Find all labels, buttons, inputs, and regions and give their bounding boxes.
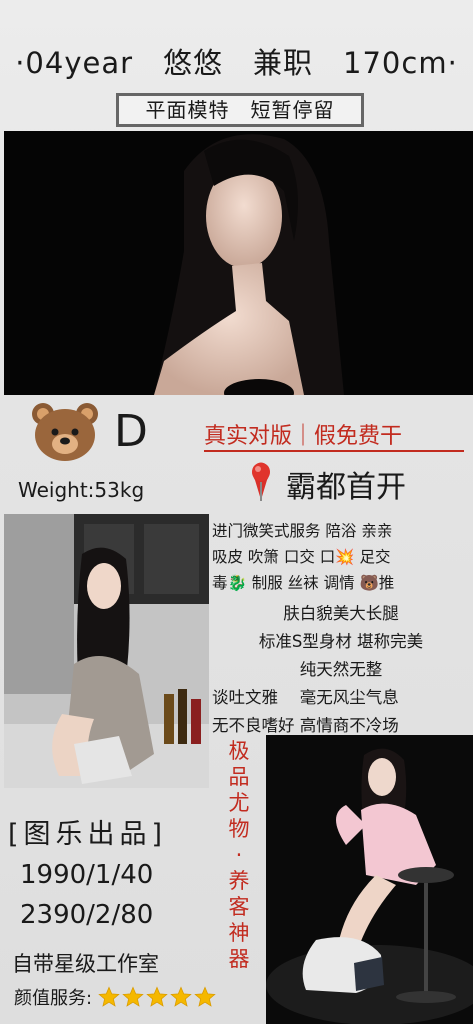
weight-label: Weight:53kg: [18, 478, 145, 502]
vertical-char: 客: [228, 895, 250, 919]
main-photo: [4, 131, 473, 395]
city-label: 霸都首开: [286, 470, 406, 505]
slogan: 真实对版｜假免费干: [204, 424, 403, 449]
studio-label: 自带星级工作室: [12, 952, 159, 976]
feature-line: 纯天然无整: [299, 660, 383, 679]
vertical-char: 极: [228, 739, 250, 763]
bear-emoji-icon: [30, 402, 100, 462]
star-icon: [98, 986, 120, 1007]
kitchen-photo: [4, 514, 209, 788]
slogan-underline: [204, 450, 464, 452]
cup-size: D: [114, 406, 148, 457]
subtitle-box: 平面模特 短暂停留: [116, 93, 364, 127]
star-icon: [170, 986, 192, 1007]
feature-line: 谈吐文雅 毫无风尘气息: [212, 688, 399, 707]
vertical-char: 物: [228, 817, 250, 841]
feature-line: 肤白貌美大长腿: [283, 604, 399, 623]
rating-row: 颜值服务:: [14, 984, 218, 1010]
features-list: 肤白貌美大长腿 标准S型身材 堪称完美 纯天然无整 谈吐文雅 毫无风尘气息 无不…: [212, 600, 470, 740]
star-icon: [146, 986, 168, 1007]
header-title: ·04year 悠悠 兼职 170cm·: [15, 46, 458, 80]
rating-label: 颜值服务:: [14, 988, 93, 1009]
vertical-char: 神: [228, 921, 250, 945]
brand-title: [图乐出品]: [8, 819, 168, 850]
vertical-tagline: 极 品 尤 物 · 养 客 神 器: [226, 738, 252, 972]
vertical-char: 养: [228, 869, 250, 893]
star-icon: [122, 986, 144, 1007]
price-option: 1990/1/40: [20, 860, 154, 890]
services-line: 吸皮 吹箫 口交 口💥 足交: [212, 548, 391, 566]
services-line: 进门微笑式服务 陪浴 亲亲: [212, 522, 393, 540]
vertical-char: 品: [228, 765, 250, 789]
pin-icon: [246, 460, 276, 502]
stool-photo: [266, 735, 473, 1024]
feature-line: 标准S型身材 堪称完美: [258, 632, 424, 651]
services-line: 毒🐉 制服 丝袜 调情 🐻推: [212, 574, 395, 592]
price-option: 2390/2/80: [20, 900, 154, 930]
vertical-char: 器: [228, 947, 250, 971]
vertical-char: 尤: [228, 791, 250, 815]
star-icon: [194, 986, 216, 1007]
rating-stars: [98, 986, 218, 1009]
vertical-char: ·: [235, 843, 243, 867]
services-list: 进门微笑式服务 陪浴 亲亲 吸皮 吹箫 口交 口💥 足交 毒🐉 制服 丝袜 调情…: [212, 518, 470, 596]
